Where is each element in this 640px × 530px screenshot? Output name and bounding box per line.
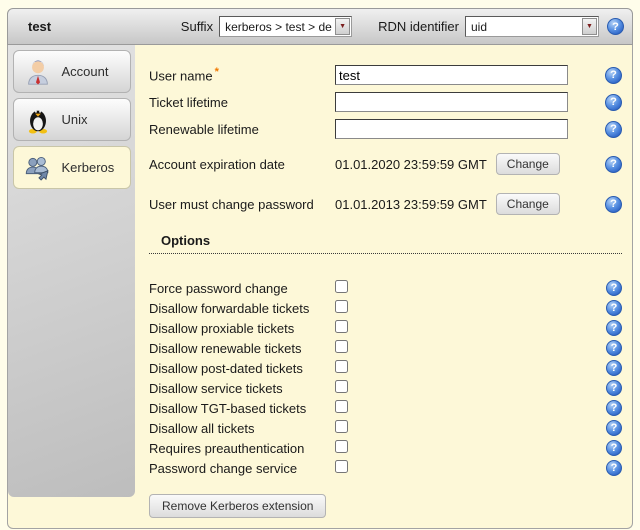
disallow-forwardable-checkbox[interactable] xyxy=(335,300,348,313)
change-password-date-button[interactable]: Change xyxy=(496,193,560,215)
suffix-label: Suffix xyxy=(181,19,213,34)
page: test Suffix kerberos > test > de ▼ RDN i… xyxy=(7,8,633,529)
password-change-service-checkbox[interactable] xyxy=(335,460,348,473)
suffix-group: Suffix kerberos > test > de ▼ xyxy=(181,16,352,37)
help-icon[interactable]: ? xyxy=(606,360,622,376)
suffix-select[interactable]: kerberos > test > de ▼ xyxy=(219,16,352,37)
renewable-lifetime-input[interactable] xyxy=(335,119,568,139)
help-icon[interactable]: ? xyxy=(606,420,622,436)
options-list: Force password change ? Disallow forward… xyxy=(149,278,622,478)
username-input[interactable] xyxy=(335,65,568,85)
renewable-lifetime-label: Renewable lifetime xyxy=(149,122,335,137)
disallow-all-tickets-checkbox[interactable] xyxy=(335,420,348,433)
rdn-select-value: uid xyxy=(466,20,582,34)
help-icon[interactable]: ? xyxy=(606,380,622,396)
password-change-date-label: User must change password xyxy=(149,197,335,212)
tux-icon xyxy=(23,105,53,135)
tab-kerberos-label: Kerberos xyxy=(62,160,115,175)
username-row: User name* ? xyxy=(149,65,622,85)
help-icon[interactable]: ? xyxy=(605,121,622,138)
ticket-lifetime-input[interactable] xyxy=(335,92,568,112)
dropdown-arrow-icon[interactable]: ▼ xyxy=(335,18,350,35)
ticket-lifetime-label: Ticket lifetime xyxy=(149,95,335,110)
renewable-lifetime-row: Renewable lifetime ? xyxy=(149,119,622,139)
option-row-disallow-service: Disallow service tickets ? xyxy=(149,378,622,398)
option-row-disallow-all-tickets: Disallow all tickets ? xyxy=(149,418,622,438)
rdn-group: RDN identifier uid ▼ xyxy=(378,16,599,37)
tab-unix-label: Unix xyxy=(62,112,88,127)
suffix-select-value: kerberos > test > de xyxy=(220,20,335,34)
help-icon[interactable]: ? xyxy=(607,18,624,35)
help-icon[interactable]: ? xyxy=(605,156,622,173)
option-row-disallow-proxiable: Disallow proxiable tickets ? xyxy=(149,318,622,338)
disallow-proxiable-checkbox[interactable] xyxy=(335,320,348,333)
user-icon xyxy=(23,57,53,87)
option-row-force-password-change: Force password change ? xyxy=(149,278,622,298)
option-row-disallow-renewable: Disallow renewable tickets ? xyxy=(149,338,622,358)
requires-preauth-checkbox[interactable] xyxy=(335,440,348,453)
group-icon xyxy=(23,153,53,183)
help-icon[interactable]: ? xyxy=(606,400,622,416)
account-expiration-value: 01.01.2020 23:59:59 GMT xyxy=(335,157,487,172)
tab-kerberos[interactable]: Kerberos xyxy=(13,146,131,189)
help-icon[interactable]: ? xyxy=(606,300,622,316)
password-change-date-row: User must change password 01.01.2013 23:… xyxy=(149,193,622,215)
password-change-date-value: 01.01.2013 23:59:59 GMT xyxy=(335,197,487,212)
page-title: test xyxy=(8,19,51,34)
disallow-renewable-checkbox[interactable] xyxy=(335,340,348,353)
tab-unix[interactable]: Unix xyxy=(13,98,131,141)
rdn-select[interactable]: uid ▼ xyxy=(465,16,599,37)
help-icon[interactable]: ? xyxy=(605,196,622,213)
change-expiration-button[interactable]: Change xyxy=(496,153,560,175)
option-row-disallow-tgt-based: Disallow TGT-based tickets ? xyxy=(149,398,622,418)
option-row-disallow-forwardable: Disallow forwardable tickets ? xyxy=(149,298,622,318)
help-icon[interactable]: ? xyxy=(606,440,622,456)
options-heading: Options xyxy=(161,233,210,248)
disallow-service-checkbox[interactable] xyxy=(335,380,348,393)
help-icon[interactable]: ? xyxy=(606,340,622,356)
help-icon[interactable]: ? xyxy=(606,460,622,476)
account-expiration-label: Account expiration date xyxy=(149,157,335,172)
ticket-lifetime-row: Ticket lifetime ? xyxy=(149,92,622,112)
sidebar: Account Unix xyxy=(8,45,135,497)
option-row-password-change-service: Password change service ? xyxy=(149,458,622,478)
help-icon[interactable]: ? xyxy=(605,67,622,84)
force-password-change-checkbox[interactable] xyxy=(335,280,348,293)
kerberos-form: User name* ? Ticket lifetime ? Renewable… xyxy=(135,45,632,528)
required-asterisk: * xyxy=(215,66,219,78)
help-icon[interactable]: ? xyxy=(605,94,622,111)
disallow-tgt-based-checkbox[interactable] xyxy=(335,400,348,413)
tab-account-label: Account xyxy=(62,64,109,79)
tab-account[interactable]: Account xyxy=(13,50,131,93)
help-icon[interactable]: ? xyxy=(606,320,622,336)
account-expiration-row: Account expiration date 01.01.2020 23:59… xyxy=(149,153,622,175)
rdn-label: RDN identifier xyxy=(378,19,459,34)
dropdown-arrow-icon[interactable]: ▼ xyxy=(582,18,597,35)
remove-kerberos-extension-button[interactable]: Remove Kerberos extension xyxy=(149,494,326,518)
content-area: Account Unix xyxy=(7,45,633,529)
help-icon[interactable]: ? xyxy=(606,280,622,296)
option-row-requires-preauth: Requires preauthentication ? xyxy=(149,438,622,458)
option-row-disallow-postdated: Disallow post-dated tickets ? xyxy=(149,358,622,378)
options-section-divider: Options xyxy=(149,233,622,254)
disallow-postdated-checkbox[interactable] xyxy=(335,360,348,373)
header-bar: test Suffix kerberos > test > de ▼ RDN i… xyxy=(7,8,633,45)
username-label: User name* xyxy=(149,66,335,83)
